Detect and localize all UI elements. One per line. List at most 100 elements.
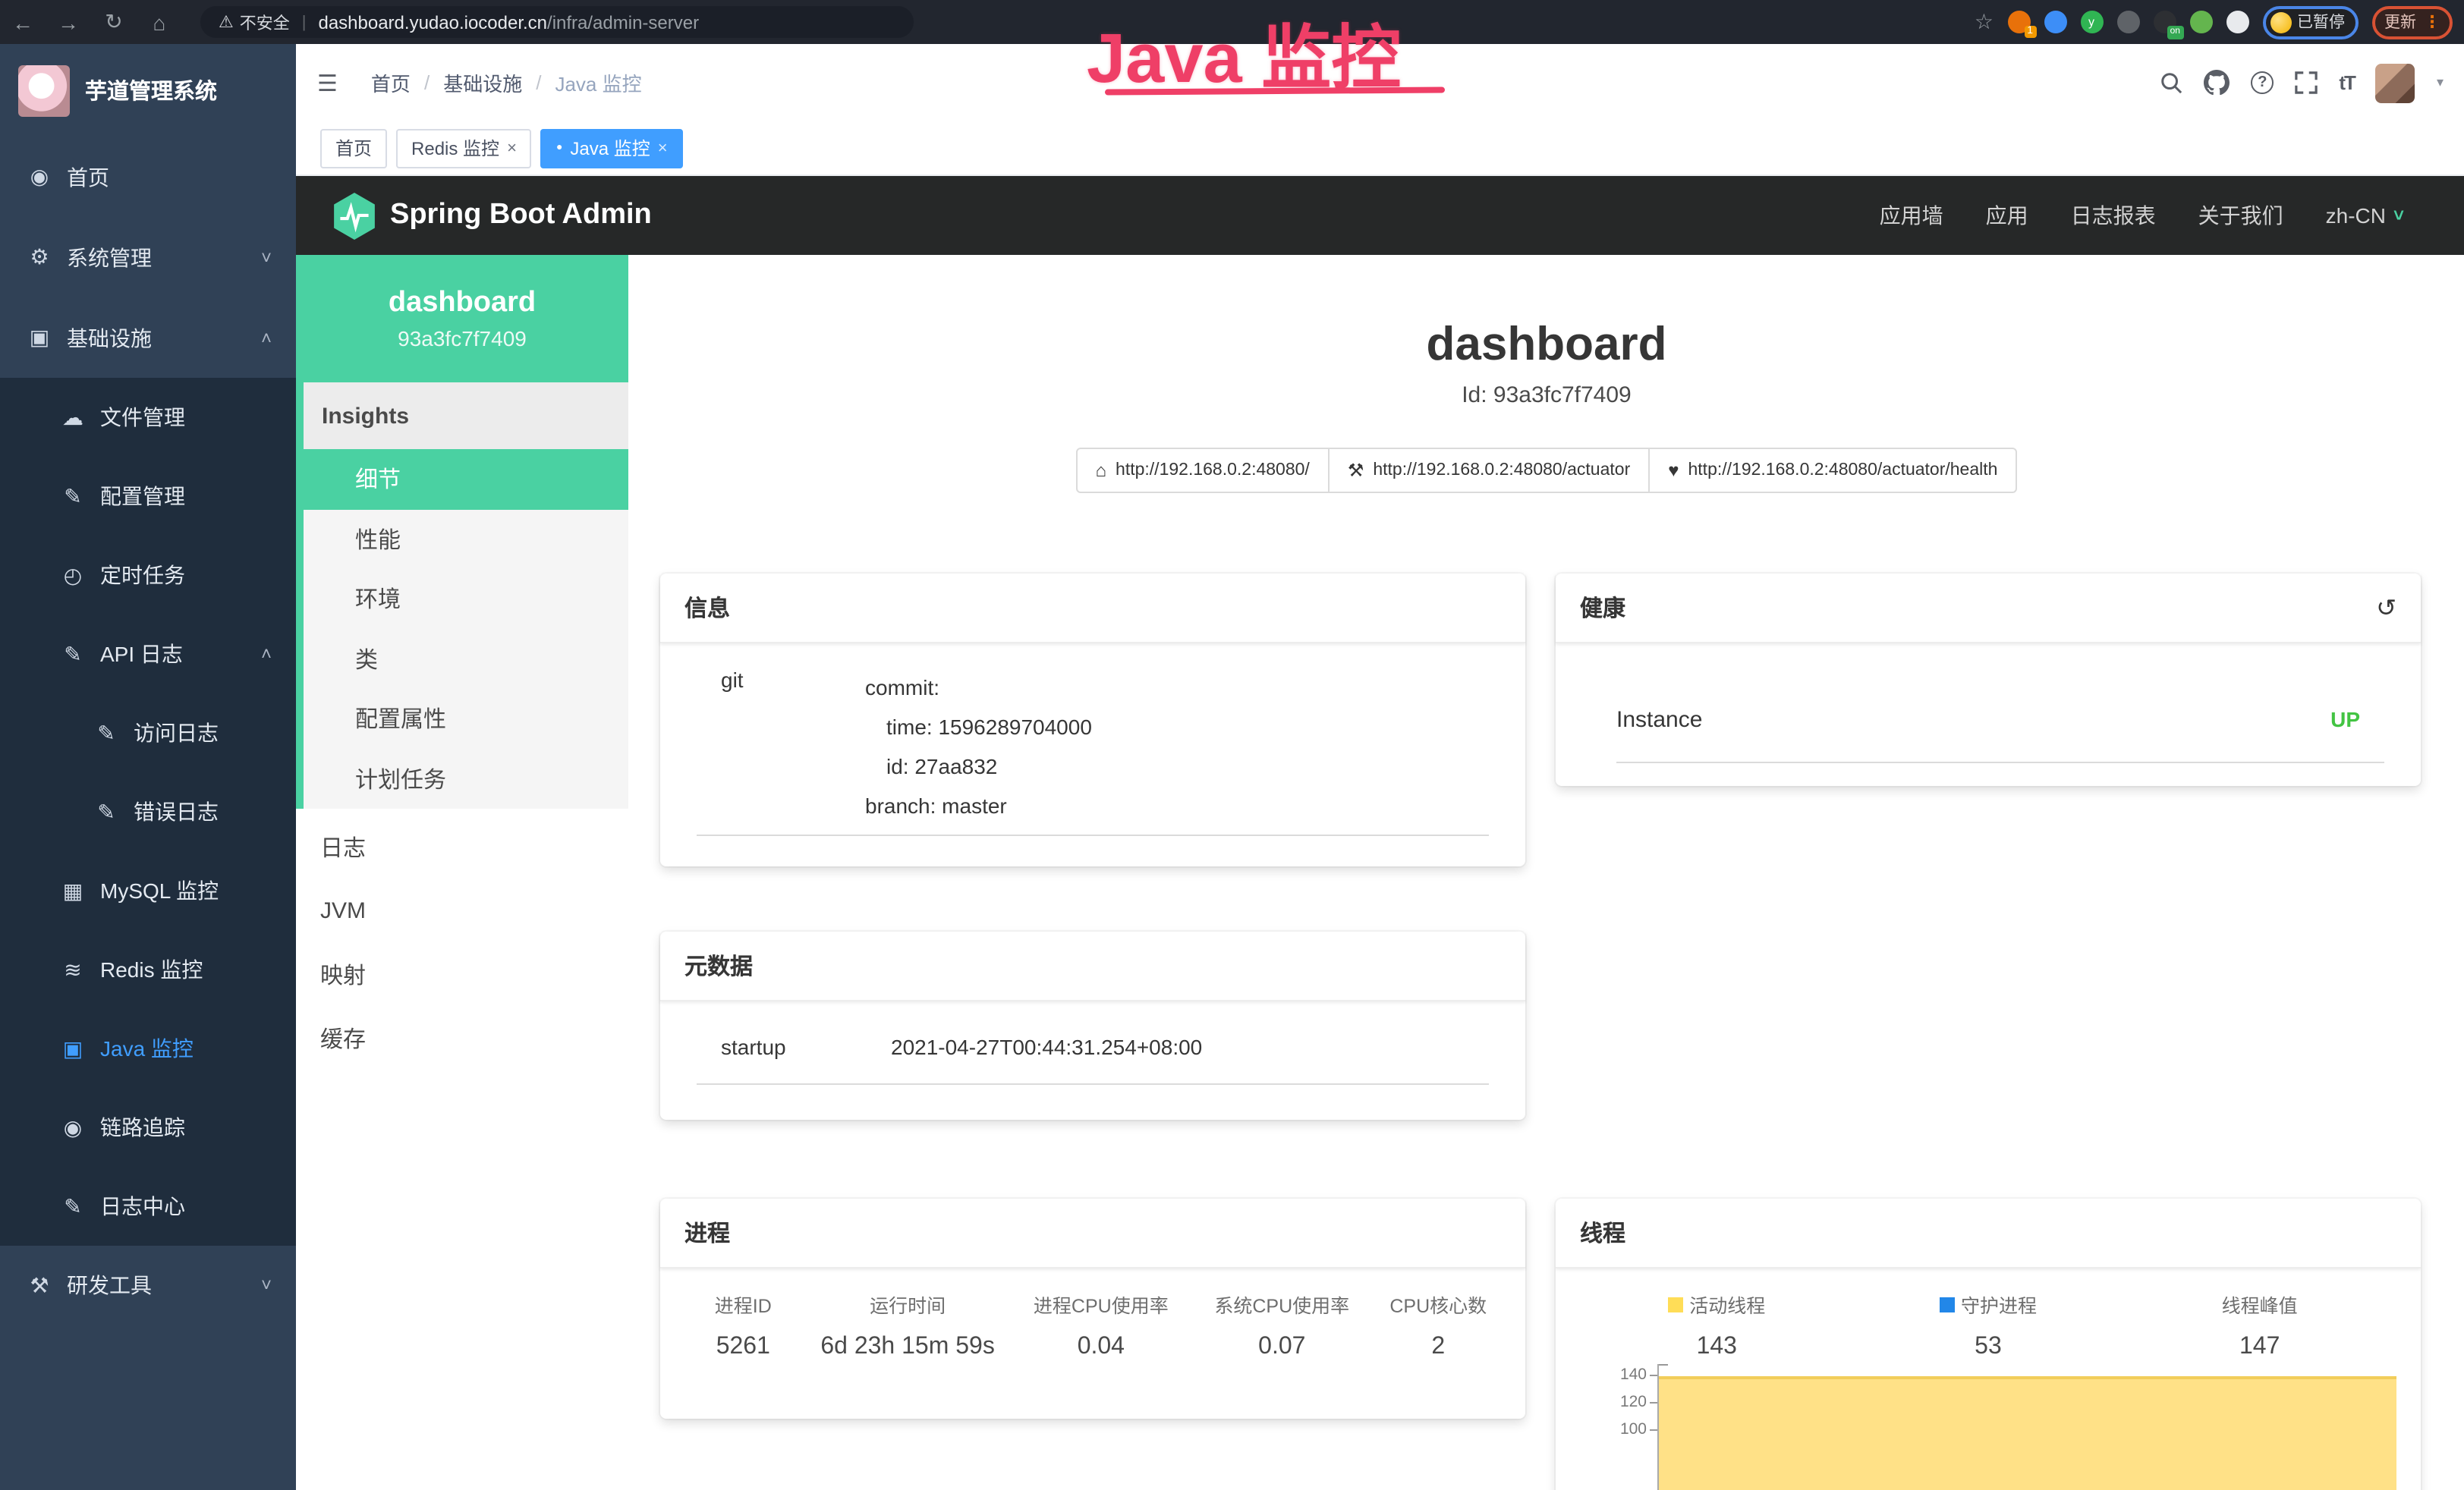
tab-close-icon[interactable]: × [507,139,517,157]
git-branch-line: branch: master [865,786,1489,825]
user-avatar[interactable] [2376,63,2415,102]
status-badge: UP [2330,707,2360,733]
user-menu-caret-icon[interactable]: ▾ [2437,74,2444,91]
reload-icon[interactable]: ↻ [91,9,137,35]
hamburger-icon[interactable]: ☰ [317,69,338,96]
sidebar-item-label: 链路追踪 [100,1112,185,1143]
info-card: 信息 git commit: time: 1596289704000 id: 2… [660,574,1525,866]
sba-brand[interactable]: Spring Boot Admin [334,192,652,239]
sba-menu-scheduled-tasks[interactable]: 计划任务 [304,749,628,809]
font-size-icon[interactable]: tT [2339,71,2355,94]
health-instance-label: Instance [1616,707,1702,733]
legend-yellow-swatch [1668,1297,1683,1312]
back-icon[interactable]: ← [0,10,46,34]
sidebar-item-scheduled-jobs[interactable]: ◴ 定时任务 [0,536,296,615]
tab-close-icon[interactable]: × [658,139,668,157]
fullscreen-icon[interactable] [2295,71,2318,94]
sba-menu-jvm[interactable]: JVM [296,879,628,942]
sba-menu-caches[interactable]: 缓存 [296,1006,628,1070]
breadcrumb-home[interactable]: 首页 [371,68,411,97]
sba-menu-mappings[interactable]: 映射 [296,942,628,1006]
breadcrumb-infra[interactable]: 基础设施 [443,68,522,97]
extension-icon-orange[interactable]: 1 [2007,11,2030,33]
extension-icon-dark[interactable]: on [2153,11,2176,33]
sba-brand-title: Spring Boot Admin [390,199,652,232]
git-id-line: id: 27aa832 [865,747,1489,786]
extension-icon-grid[interactable] [2116,11,2139,33]
security-label[interactable]: 不安全 [240,10,290,34]
sba-menu-classes[interactable]: 类 [304,629,628,689]
tab-home[interactable]: 首页 [320,128,387,168]
sidebar-item-error-log[interactable]: ✎ 错误日志 [0,772,296,851]
health-url-button[interactable]: ♥ http://192.168.0.2:48080/actuator/heal… [1648,448,2017,493]
cloud-upload-icon: ☁ [61,404,85,430]
tab-label: Java 监控 [570,135,650,161]
forward-icon[interactable]: → [46,10,91,34]
sidebar-item-api-log[interactable]: ✎ API 日志 ˄ [0,615,296,693]
toolbox-icon: ⚒ [27,1272,52,1298]
address-bar[interactable]: ⚠ 不安全 | dashboard.yudao.iocoder.cn/infra… [200,6,914,38]
history-icon[interactable]: ↺ [2376,593,2396,623]
sidebar-item-mysql-monitor[interactable]: ▦ MySQL 监控 [0,851,296,930]
bookmark-star-icon[interactable]: ☆ [1975,9,1994,35]
heart-icon: ♥ [1668,460,1679,481]
chrome-update-button[interactable]: 更新 ⋮ [2372,5,2453,39]
sidebar-item-home[interactable]: ◉ 首页 [0,137,296,217]
sba-menu-config-props[interactable]: 配置属性 [304,689,628,749]
threads-card: 线程 活动线程 143 守护进程 53 线程峰值 [1556,1199,2421,1490]
actuator-url-button[interactable]: ⚒ http://192.168.0.2:48080/actuator [1328,448,1650,493]
tab-redis-monitor[interactable]: Redis 监控 × [396,128,532,168]
help-icon[interactable]: ? [2251,71,2274,94]
sidebar-item-log-center[interactable]: ✎ 日志中心 [0,1167,296,1246]
sidebar-item-redis-monitor[interactable]: ≋ Redis 监控 [0,930,296,1009]
url-path[interactable]: /infra/admin-server [547,11,699,33]
log-icon: ✎ [94,799,118,825]
sba-menu-environment[interactable]: 环境 [304,569,628,629]
sba-nav-applications[interactable]: 应用 [1986,200,2028,231]
sba-menu-details[interactable]: 细节 [304,449,628,509]
breadcrumb-separator: / [536,71,541,94]
sba-nav-wallboard[interactable]: 应用墙 [1880,200,1943,231]
legend-blue-swatch [1940,1297,1955,1312]
extension-icon-green[interactable] [2189,11,2212,33]
process-col-sys-cpu: 系统CPU使用率 0.07 [1191,1290,1372,1361]
sba-locale-select[interactable]: zh-CN ˅ [2326,203,2404,228]
sidebar-item-access-log[interactable]: ✎ 访问日志 [0,693,296,772]
tab-java-monitor[interactable]: ● Java 监控 × [541,128,683,168]
browser-menu-icon[interactable]: ⋮ [2424,12,2440,32]
live-threads-area [1659,1376,2396,1490]
sba-menu-logs[interactable]: 日志 [296,815,628,879]
app-logo-row[interactable]: 芋道管理系统 [0,44,296,137]
url-host[interactable]: dashboard.yudao.iocoder.cn [318,11,547,33]
extensions-puzzle-icon[interactable] [2226,11,2248,33]
instance-id-line: Id: 93a3fc7f7409 [628,382,2464,408]
sba-nav-about[interactable]: 关于我们 [2198,200,2283,231]
chevron-down-icon: ˅ [261,1275,272,1296]
service-url-button[interactable]: ⌂ http://192.168.0.2:48080/ [1076,448,1330,493]
y-tick-140: 140 [1586,1366,1647,1384]
sidebar-item-config-manage[interactable]: ✎ 配置管理 [0,457,296,536]
home-icon[interactable]: ⌂ [137,10,182,34]
service-url-label: http://192.168.0.2:48080/ [1116,461,1310,479]
browser-profile-button[interactable]: 已暂停 [2262,5,2359,39]
infrastructure-icon: ▣ [27,325,52,350]
sidebar-item-dev-tools[interactable]: ⚒ 研发工具 ˅ [0,1246,296,1325]
extension-icon-y[interactable]: y [2080,11,2103,33]
sidebar-item-system[interactable]: ⚙ 系统管理 ˅ [0,217,296,297]
sba-instance-name: dashboard [296,287,628,320]
redis-icon: ≋ [61,957,85,982]
sidebar-item-infra[interactable]: ▣ 基础设施 ˄ [0,297,296,378]
instance-links: ⌂ http://192.168.0.2:48080/ ⚒ http://192… [628,448,2464,493]
sidebar-item-tracing[interactable]: ◉ 链路追踪 [0,1088,296,1167]
sba-instance-header[interactable]: dashboard 93a3fc7f7409 [296,255,628,382]
sidebar-item-java-monitor[interactable]: ▣ Java 监控 [0,1009,296,1088]
sidebar-item-file-manage[interactable]: ☁ 文件管理 [0,378,296,457]
sidebar-item-label: 定时任务 [100,560,185,590]
extension-icon-pin[interactable] [2044,11,2066,33]
tab-label: 首页 [335,135,372,161]
search-icon[interactable] [2160,71,2182,94]
health-instance-row[interactable]: Instance UP [1616,707,2360,733]
github-icon[interactable] [2204,70,2230,96]
sba-menu-metrics[interactable]: 性能 [304,509,628,569]
sba-nav-journal[interactable]: 日志报表 [2071,200,2156,231]
